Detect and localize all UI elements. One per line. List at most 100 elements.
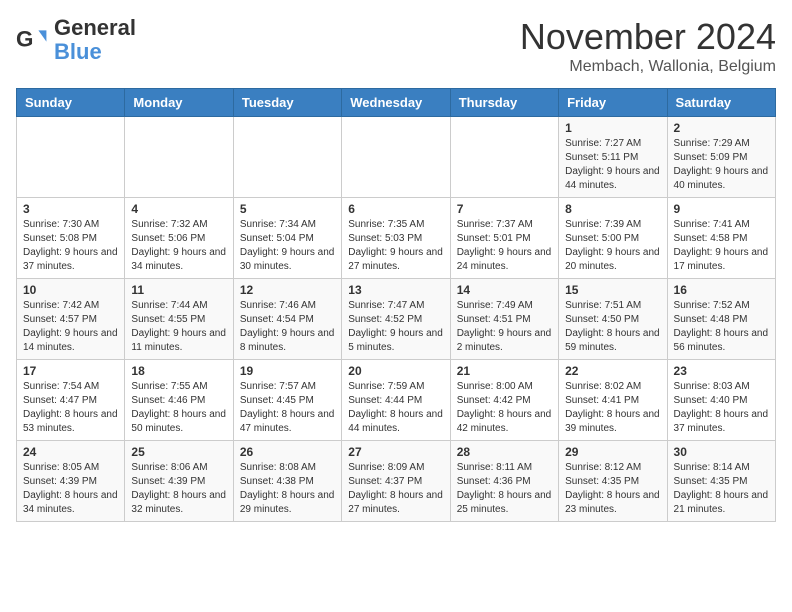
- day-number: 25: [131, 445, 226, 459]
- day-info: Sunrise: 8:09 AM Sunset: 4:37 PM Dayligh…: [348, 461, 443, 517]
- title-area: November 2024 Membach, Wallonia, Belgium: [520, 16, 776, 76]
- day-info: Sunrise: 7:29 AM Sunset: 5:09 PM Dayligh…: [674, 137, 769, 193]
- logo-text: General Blue: [54, 16, 136, 64]
- calendar-week-2: 3 Sunrise: 7:30 AM Sunset: 5:08 PM Daylig…: [17, 198, 776, 279]
- calendar-cell: 29 Sunrise: 8:12 AM Sunset: 4:35 PM Dayli…: [559, 441, 667, 522]
- day-number: 26: [240, 445, 335, 459]
- day-info: Sunrise: 8:00 AM Sunset: 4:42 PM Dayligh…: [457, 380, 552, 436]
- calendar-cell: 6Sunrise: 7:35 AM Sunset: 5:03 PM Daylig…: [342, 198, 450, 279]
- day-info: Sunrise: 7:37 AM Sunset: 5:01 PM Dayligh…: [457, 218, 552, 274]
- day-number: 21: [457, 364, 552, 378]
- calendar-cell: 17Sunrise: 7:54 AM Sunset: 4:47 PM Dayli…: [17, 360, 125, 441]
- calendar-cell: 20Sunrise: 7:59 AM Sunset: 4:44 PM Dayli…: [342, 360, 450, 441]
- day-info: Sunrise: 7:44 AM Sunset: 4:55 PM Dayligh…: [131, 299, 226, 355]
- header-wednesday: Wednesday: [342, 89, 450, 117]
- header-thursday: Thursday: [450, 89, 558, 117]
- day-info: Sunrise: 8:06 AM Sunset: 4:39 PM Dayligh…: [131, 461, 226, 517]
- day-info: Sunrise: 7:54 AM Sunset: 4:47 PM Dayligh…: [23, 380, 118, 436]
- day-info: Sunrise: 8:08 AM Sunset: 4:38 PM Dayligh…: [240, 461, 335, 517]
- calendar-week-3: 10 Sunrise: 7:42 AM Sunset: 4:57 PM Dayli…: [17, 279, 776, 360]
- header-friday: Friday: [559, 89, 667, 117]
- calendar-cell: 23 Sunrise: 8:03 AM Sunset: 4:40 PM Dayli…: [667, 360, 775, 441]
- day-info: Sunrise: 7:59 AM Sunset: 4:44 PM Dayligh…: [348, 380, 443, 436]
- day-info: Sunrise: 7:35 AM Sunset: 5:03 PM Dayligh…: [348, 218, 443, 274]
- day-number: 5: [240, 202, 335, 216]
- logo: G General Blue: [16, 16, 136, 64]
- calendar-cell: 19 Sunrise: 7:57 AM Sunset: 4:45 PM Dayli…: [233, 360, 341, 441]
- calendar-cell: 27Sunrise: 8:09 AM Sunset: 4:37 PM Dayli…: [342, 441, 450, 522]
- day-info: Sunrise: 7:42 AM Sunset: 4:57 PM Dayligh…: [23, 299, 118, 355]
- calendar-cell: 24Sunrise: 8:05 AM Sunset: 4:39 PM Dayli…: [17, 441, 125, 522]
- day-info: Sunrise: 8:11 AM Sunset: 4:36 PM Dayligh…: [457, 461, 552, 517]
- calendar-cell: 18 Sunrise: 7:55 AM Sunset: 4:46 PM Dayli…: [125, 360, 233, 441]
- location-subtitle: Membach, Wallonia, Belgium: [520, 58, 776, 76]
- day-info: Sunrise: 7:41 AM Sunset: 4:58 PM Dayligh…: [674, 218, 769, 274]
- calendar-cell: 28 Sunrise: 8:11 AM Sunset: 4:36 PM Dayli…: [450, 441, 558, 522]
- day-info: Sunrise: 8:12 AM Sunset: 4:35 PM Dayligh…: [565, 461, 660, 517]
- header-monday: Monday: [125, 89, 233, 117]
- day-number: 4: [131, 202, 226, 216]
- day-number: 9: [674, 202, 769, 216]
- day-number: 10: [23, 283, 118, 297]
- calendar-week-5: 24Sunrise: 8:05 AM Sunset: 4:39 PM Dayli…: [17, 441, 776, 522]
- day-number: 3: [23, 202, 118, 216]
- weekday-header-row: Sunday Monday Tuesday Wednesday Thursday…: [17, 89, 776, 117]
- day-number: 29: [565, 445, 660, 459]
- calendar-cell: 1 Sunrise: 7:27 AM Sunset: 5:11 PM Daylig…: [559, 117, 667, 198]
- header-tuesday: Tuesday: [233, 89, 341, 117]
- calendar-cell: 2 Sunrise: 7:29 AM Sunset: 5:09 PM Daylig…: [667, 117, 775, 198]
- calendar-cell: [17, 117, 125, 198]
- day-info: Sunrise: 8:03 AM Sunset: 4:40 PM Dayligh…: [674, 380, 769, 436]
- day-number: 16: [674, 283, 769, 297]
- calendar-cell: 22Sunrise: 8:02 AM Sunset: 4:41 PM Dayli…: [559, 360, 667, 441]
- day-number: 13: [348, 283, 443, 297]
- calendar-cell: 26 Sunrise: 8:08 AM Sunset: 4:38 PM Dayli…: [233, 441, 341, 522]
- calendar-cell: 7Sunrise: 7:37 AM Sunset: 5:01 PM Daylig…: [450, 198, 558, 279]
- calendar-cell: [125, 117, 233, 198]
- logo-general: General: [54, 15, 136, 40]
- day-number: 2: [674, 121, 769, 135]
- calendar-cell: 8Sunrise: 7:39 AM Sunset: 5:00 PM Daylig…: [559, 198, 667, 279]
- calendar-cell: 4 Sunrise: 7:32 AM Sunset: 5:06 PM Daylig…: [125, 198, 233, 279]
- calendar-cell: 30Sunrise: 8:14 AM Sunset: 4:35 PM Dayli…: [667, 441, 775, 522]
- header-saturday: Saturday: [667, 89, 775, 117]
- day-info: Sunrise: 7:30 AM Sunset: 5:08 PM Dayligh…: [23, 218, 118, 274]
- month-title: November 2024: [520, 16, 776, 58]
- day-info: Sunrise: 7:55 AM Sunset: 4:46 PM Dayligh…: [131, 380, 226, 436]
- day-number: 12: [240, 283, 335, 297]
- day-number: 23: [674, 364, 769, 378]
- day-number: 1: [565, 121, 660, 135]
- page-header: G General Blue November 2024 Membach, Wa…: [16, 16, 776, 76]
- day-number: 8: [565, 202, 660, 216]
- calendar-cell: 16 Sunrise: 7:52 AM Sunset: 4:48 PM Dayli…: [667, 279, 775, 360]
- day-info: Sunrise: 7:57 AM Sunset: 4:45 PM Dayligh…: [240, 380, 335, 436]
- day-info: Sunrise: 8:02 AM Sunset: 4:41 PM Dayligh…: [565, 380, 660, 436]
- day-number: 28: [457, 445, 552, 459]
- day-info: Sunrise: 7:34 AM Sunset: 5:04 PM Dayligh…: [240, 218, 335, 274]
- calendar-week-4: 17Sunrise: 7:54 AM Sunset: 4:47 PM Dayli…: [17, 360, 776, 441]
- day-number: 15: [565, 283, 660, 297]
- calendar-cell: [450, 117, 558, 198]
- calendar-cell: 9 Sunrise: 7:41 AM Sunset: 4:58 PM Daylig…: [667, 198, 775, 279]
- calendar-cell: 5 Sunrise: 7:34 AM Sunset: 5:04 PM Daylig…: [233, 198, 341, 279]
- logo-blue: Blue: [54, 39, 102, 64]
- calendar-cell: [233, 117, 341, 198]
- calendar-cell: 10 Sunrise: 7:42 AM Sunset: 4:57 PM Dayli…: [17, 279, 125, 360]
- day-number: 24: [23, 445, 118, 459]
- calendar-cell: 25 Sunrise: 8:06 AM Sunset: 4:39 PM Dayli…: [125, 441, 233, 522]
- calendar-table: Sunday Monday Tuesday Wednesday Thursday…: [16, 88, 776, 522]
- day-info: Sunrise: 7:32 AM Sunset: 5:06 PM Dayligh…: [131, 218, 226, 274]
- calendar-cell: 12Sunrise: 7:46 AM Sunset: 4:54 PM Dayli…: [233, 279, 341, 360]
- day-number: 14: [457, 283, 552, 297]
- day-number: 11: [131, 283, 226, 297]
- day-info: Sunrise: 7:47 AM Sunset: 4:52 PM Dayligh…: [348, 299, 443, 355]
- day-number: 19: [240, 364, 335, 378]
- day-number: 30: [674, 445, 769, 459]
- calendar-week-1: 1 Sunrise: 7:27 AM Sunset: 5:11 PM Daylig…: [17, 117, 776, 198]
- calendar-cell: 14Sunrise: 7:49 AM Sunset: 4:51 PM Dayli…: [450, 279, 558, 360]
- calendar-cell: [342, 117, 450, 198]
- header-sunday: Sunday: [17, 89, 125, 117]
- day-info: Sunrise: 7:27 AM Sunset: 5:11 PM Dayligh…: [565, 137, 660, 193]
- day-info: Sunrise: 7:52 AM Sunset: 4:48 PM Dayligh…: [674, 299, 769, 355]
- day-number: 18: [131, 364, 226, 378]
